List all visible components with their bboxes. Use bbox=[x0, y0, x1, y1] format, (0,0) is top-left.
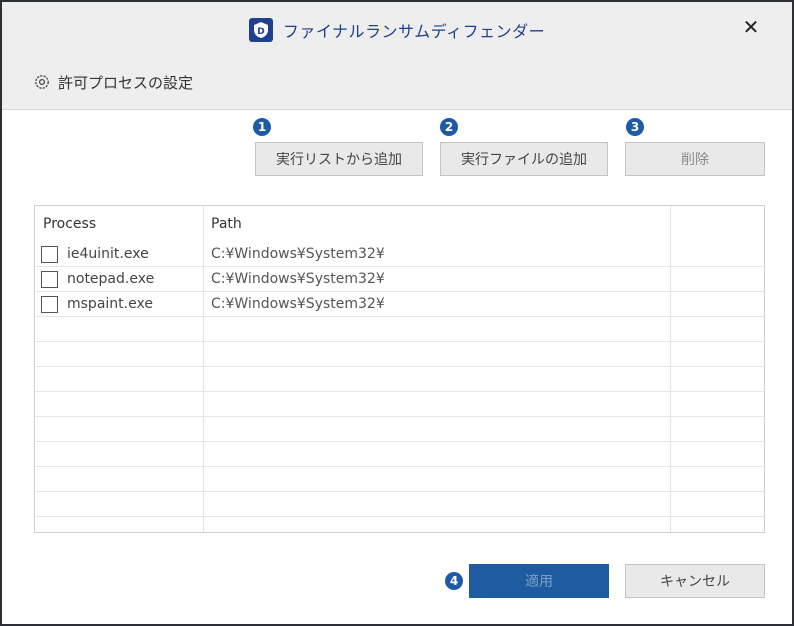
process-name: ie4uinit.exe bbox=[67, 246, 149, 262]
close-icon: ✕ bbox=[742, 15, 760, 39]
process-cell: mspaint.exe bbox=[41, 294, 153, 314]
process-name: mspaint.exe bbox=[67, 296, 153, 312]
shield-icon: D bbox=[253, 22, 268, 38]
process-table: Process Path ie4uinit.exe C:¥Windows¥Sys… bbox=[34, 205, 765, 533]
gear-icon bbox=[35, 75, 49, 89]
apply-button[interactable]: 適用 bbox=[469, 564, 609, 598]
empty-row bbox=[35, 417, 764, 442]
row-checkbox[interactable] bbox=[41, 245, 58, 263]
window-title: ファイナルランサムディフェンダー bbox=[282, 22, 546, 41]
dialog-header: D ファイナルランサムディフェンダー ✕ 許可プロセスの設定 bbox=[2, 2, 792, 110]
delete-button[interactable]: 削除 bbox=[625, 142, 765, 176]
title-bar: D ファイナルランサムディフェンダー bbox=[2, 16, 792, 44]
process-cell: ie4uinit.exe bbox=[41, 244, 149, 264]
app-logo: D bbox=[248, 18, 273, 42]
empty-row bbox=[35, 342, 764, 367]
table-row[interactable]: notepad.exe C:¥Windows¥System32¥ bbox=[35, 267, 764, 292]
empty-row bbox=[35, 392, 764, 417]
row-checkbox[interactable] bbox=[41, 295, 58, 313]
table-row[interactable]: mspaint.exe C:¥Windows¥System32¥ bbox=[35, 292, 764, 317]
empty-row bbox=[35, 317, 764, 342]
close-button[interactable]: ✕ bbox=[738, 14, 764, 40]
dialog-window: D ファイナルランサムディフェンダー ✕ 許可プロセスの設定 1 2 3 実行リ… bbox=[0, 0, 794, 626]
column-header-process[interactable]: Process bbox=[43, 206, 193, 242]
step-badge-3: 3 bbox=[626, 118, 644, 136]
cancel-button[interactable]: キャンセル bbox=[625, 564, 765, 598]
logo-letter: D bbox=[257, 27, 264, 37]
section-title-label: 許可プロセスの設定 bbox=[58, 73, 194, 92]
process-path: C:¥Windows¥System32¥ bbox=[211, 271, 385, 287]
empty-row bbox=[35, 442, 764, 467]
section-title: 許可プロセスの設定 bbox=[34, 70, 193, 94]
empty-row bbox=[35, 517, 764, 532]
process-path: C:¥Windows¥System32¥ bbox=[211, 246, 385, 262]
process-name: notepad.exe bbox=[67, 271, 155, 287]
add-from-list-button[interactable]: 実行リストから追加 bbox=[255, 142, 423, 176]
process-path: C:¥Windows¥System32¥ bbox=[211, 296, 385, 312]
process-cell: notepad.exe bbox=[41, 269, 154, 289]
table-row[interactable]: ie4uinit.exe C:¥Windows¥System32¥ bbox=[35, 242, 764, 267]
column-header-path[interactable]: Path bbox=[211, 206, 511, 242]
empty-row bbox=[35, 367, 764, 392]
row-checkbox[interactable] bbox=[41, 270, 58, 288]
empty-row bbox=[35, 467, 764, 492]
step-badge-4: 4 bbox=[445, 572, 463, 590]
add-file-button[interactable]: 実行ファイルの追加 bbox=[440, 142, 608, 176]
step-badge-2: 2 bbox=[440, 118, 458, 136]
step-badge-1: 1 bbox=[253, 118, 271, 136]
empty-row bbox=[35, 492, 764, 517]
